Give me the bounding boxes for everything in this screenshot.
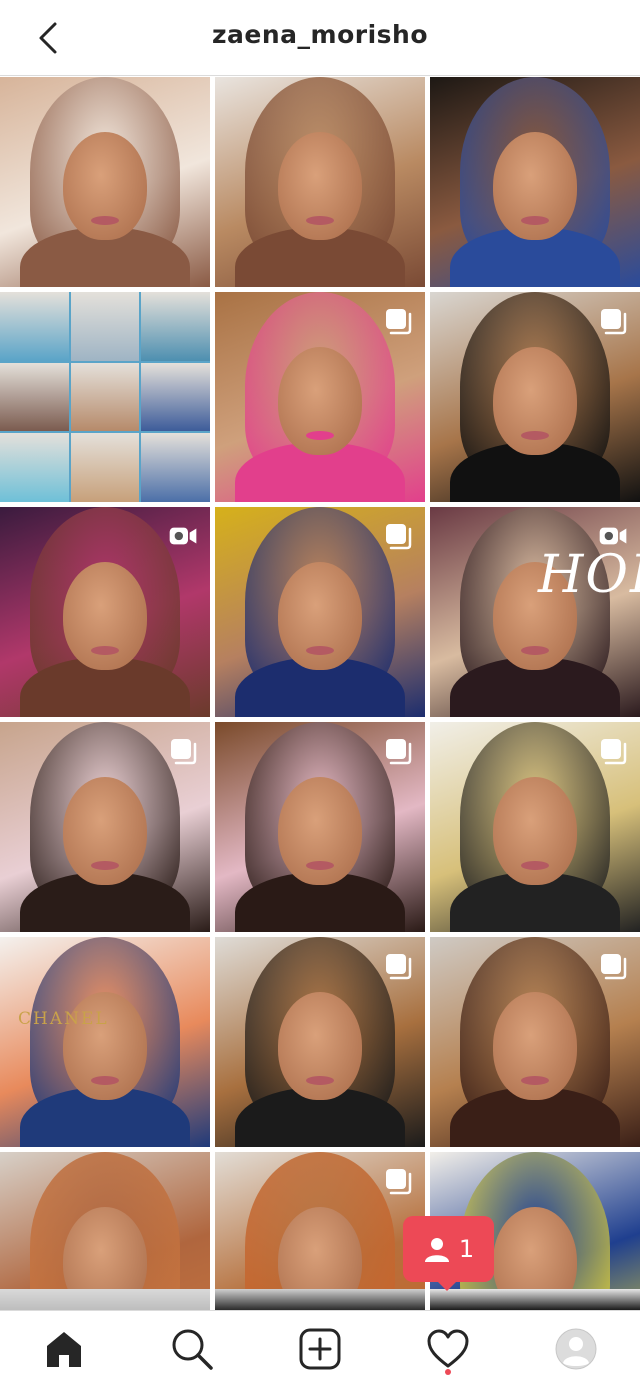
post-thumbnail[interactable] xyxy=(215,292,425,502)
post-thumbnail[interactable] xyxy=(215,937,425,1147)
photo-subject-lips xyxy=(306,215,334,225)
carousel-icon xyxy=(386,309,412,335)
post-thumbnail[interactable] xyxy=(430,722,640,932)
tab-new-post[interactable] xyxy=(294,1323,346,1375)
post-thumbnail[interactable] xyxy=(215,1289,425,1310)
post-grid-partial-row xyxy=(0,1289,640,1310)
activity-dot xyxy=(445,1369,451,1375)
carousel-icon xyxy=(601,309,627,335)
post-thumbnail[interactable] xyxy=(430,292,640,502)
notification-pointer xyxy=(436,1280,458,1291)
carousel-icon xyxy=(386,524,412,550)
post-thumbnail[interactable] xyxy=(430,937,640,1147)
carousel-icon xyxy=(386,1169,412,1195)
carousel-icon xyxy=(386,954,412,980)
heart-icon xyxy=(427,1329,469,1368)
tab-search[interactable] xyxy=(166,1323,218,1375)
photo-subject-lips xyxy=(91,860,119,870)
carousel-icon xyxy=(386,739,412,765)
plus-square-icon xyxy=(299,1328,341,1370)
post-thumbnail[interactable] xyxy=(430,1289,640,1310)
collage-photo xyxy=(0,292,210,502)
home-icon xyxy=(47,1332,81,1367)
photo-subject-lips xyxy=(91,215,119,225)
post-thumbnail[interactable] xyxy=(215,722,425,932)
post-thumbnail[interactable] xyxy=(0,507,210,717)
igtv-video-icon xyxy=(599,527,627,545)
search-icon xyxy=(172,1329,213,1370)
carousel-icon xyxy=(601,954,627,980)
post-thumbnail[interactable] xyxy=(0,292,210,502)
post-thumbnail[interactable]: HOL xyxy=(430,507,640,717)
photo-subject-lips xyxy=(306,1075,334,1085)
igtv-video-icon xyxy=(169,527,197,545)
post-thumbnail[interactable] xyxy=(0,77,210,287)
tab-bar xyxy=(0,1310,640,1386)
tab-profile[interactable] xyxy=(550,1323,602,1375)
post-thumbnail[interactable] xyxy=(215,77,425,287)
photo-subject-lips xyxy=(306,860,334,870)
photo-subject-lips xyxy=(521,1075,549,1085)
person-icon xyxy=(424,1238,449,1262)
post-thumbnail[interactable] xyxy=(215,507,425,717)
post-thumbnail[interactable]: CHANEL xyxy=(0,937,210,1147)
photo-subject-lips xyxy=(91,645,119,655)
tab-home[interactable] xyxy=(38,1323,90,1375)
photo-subject-lips xyxy=(521,645,549,655)
post-grid: HOL CHANEL xyxy=(0,77,640,1362)
chanel-logo-text: CHANEL xyxy=(18,1009,109,1029)
photo-subject-lips xyxy=(521,215,549,225)
post-thumbnail[interactable] xyxy=(0,1289,210,1310)
carousel-icon xyxy=(601,739,627,765)
photo-subject-lips xyxy=(306,430,334,440)
post-thumbnail[interactable] xyxy=(0,722,210,932)
notification-count: 1 xyxy=(458,1235,475,1263)
avatar-icon xyxy=(555,1328,597,1370)
carousel-icon xyxy=(171,739,197,765)
tab-activity[interactable] xyxy=(422,1323,474,1375)
post-thumbnail[interactable] xyxy=(430,77,640,287)
photo-subject-lips xyxy=(91,1075,119,1085)
video-title-text: HOL xyxy=(538,545,640,605)
photo-subject-lips xyxy=(306,645,334,655)
follower-notification-badge[interactable]: 1 xyxy=(403,1216,494,1282)
page-title: zaena_morisho xyxy=(211,20,429,49)
profile-header: zaena_morisho xyxy=(0,0,640,76)
photo-subject-lips xyxy=(521,860,549,870)
photo-subject-lips xyxy=(521,430,549,440)
